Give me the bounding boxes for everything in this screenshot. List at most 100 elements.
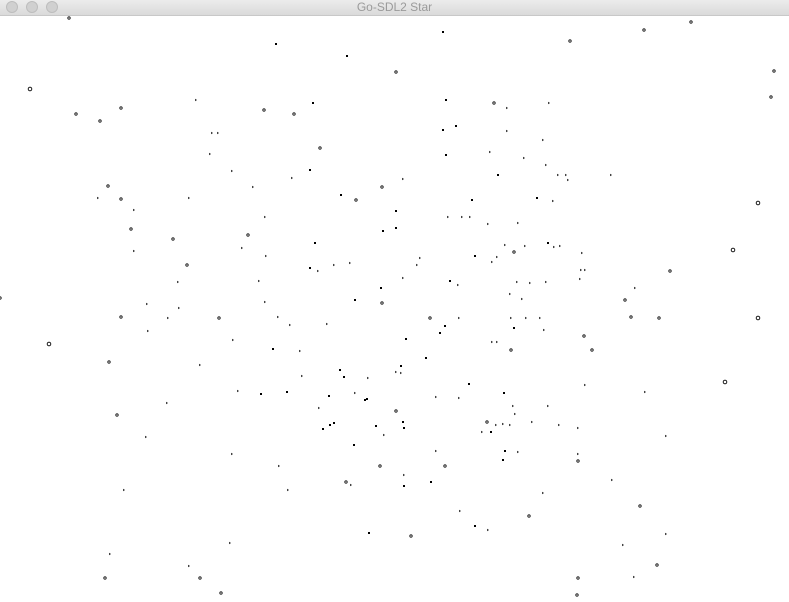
star [402, 276, 404, 280]
star [287, 488, 289, 492]
star [119, 197, 123, 201]
star [531, 420, 533, 424]
star [496, 255, 498, 259]
star [579, 277, 581, 281]
star [291, 176, 293, 180]
star [231, 169, 233, 173]
star [400, 371, 402, 375]
star [442, 31, 444, 33]
star [542, 491, 544, 495]
star [445, 154, 447, 156]
star [403, 485, 405, 487]
star [405, 338, 407, 340]
star [545, 280, 547, 284]
star [231, 452, 233, 456]
star [171, 237, 175, 241]
star [380, 301, 384, 305]
star [527, 514, 531, 518]
star [444, 325, 446, 327]
star [400, 365, 402, 367]
star [177, 280, 179, 284]
star [409, 534, 413, 538]
star [567, 178, 569, 182]
star [286, 391, 288, 393]
star [367, 376, 369, 380]
star [435, 449, 437, 453]
star [252, 185, 254, 189]
star [558, 423, 560, 427]
star [188, 564, 190, 568]
star [517, 221, 519, 225]
star [565, 173, 567, 177]
star [395, 370, 397, 374]
star-canvas [0, 16, 789, 602]
star [364, 399, 366, 401]
star [375, 425, 377, 427]
star [491, 260, 493, 264]
star [503, 392, 505, 394]
star [403, 427, 405, 429]
star [577, 426, 579, 430]
star [430, 481, 432, 483]
star [469, 215, 471, 219]
star [133, 249, 135, 253]
star [474, 525, 476, 527]
star [657, 316, 661, 320]
star [553, 245, 555, 249]
star [755, 315, 761, 321]
star [517, 450, 519, 454]
star [27, 86, 33, 92]
star [329, 424, 331, 426]
star [318, 146, 322, 150]
star [665, 434, 667, 438]
star [584, 383, 586, 387]
star [495, 423, 497, 427]
star [529, 281, 531, 285]
star [490, 431, 492, 433]
star [458, 316, 460, 320]
star [366, 398, 368, 400]
star [299, 349, 301, 353]
star [147, 329, 149, 333]
star [548, 101, 550, 105]
star [333, 422, 335, 424]
star [543, 328, 545, 332]
star [557, 173, 559, 177]
star [395, 227, 397, 229]
star [512, 404, 514, 408]
star [237, 389, 239, 393]
star [278, 464, 280, 468]
star [97, 196, 99, 200]
star [772, 69, 776, 73]
star [67, 16, 71, 20]
star [428, 316, 432, 320]
star [442, 129, 444, 131]
star [178, 306, 180, 310]
star [265, 254, 267, 258]
star [497, 174, 499, 176]
star [115, 413, 119, 417]
star [275, 43, 277, 45]
star [730, 247, 736, 253]
star [481, 430, 483, 434]
star [575, 593, 579, 597]
star [447, 215, 449, 219]
star [547, 242, 549, 244]
star [443, 464, 447, 468]
star [354, 198, 358, 202]
star [576, 576, 580, 580]
star [487, 528, 489, 532]
title-bar[interactable]: Go-SDL2 Star [0, 0, 789, 16]
star [512, 250, 516, 254]
star [642, 28, 646, 32]
star [665, 532, 667, 536]
app-window: Go-SDL2 Star [0, 0, 789, 602]
star [74, 112, 78, 116]
star [755, 200, 761, 206]
star [559, 244, 561, 248]
star [722, 379, 728, 385]
star [525, 316, 527, 320]
star [403, 473, 405, 477]
star [455, 125, 457, 127]
star [568, 39, 572, 43]
